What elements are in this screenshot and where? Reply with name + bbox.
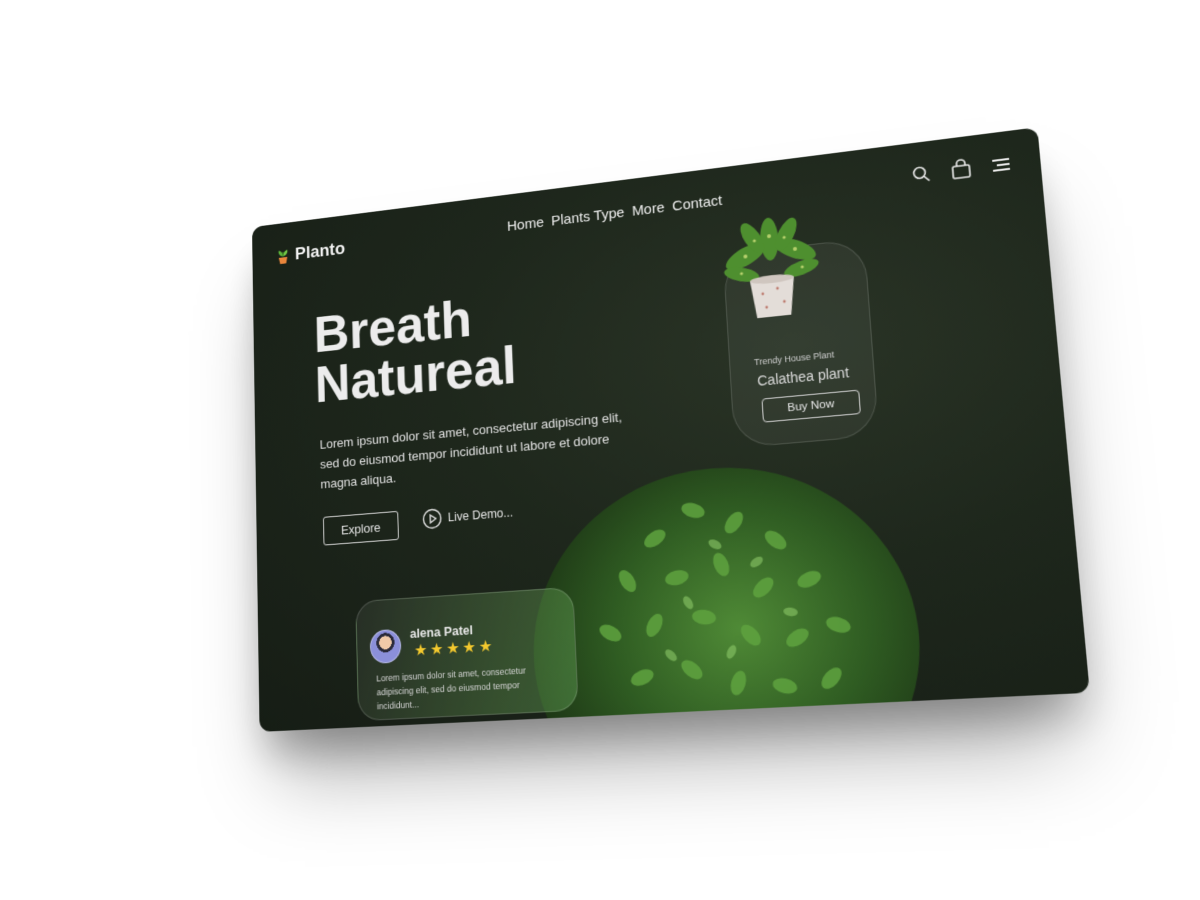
play-circle-icon [422,507,443,530]
nav-plants-type[interactable]: Plants Type [551,204,625,229]
reviewer-avatar [369,628,402,665]
nav-more[interactable]: More [632,199,665,219]
rating-stars: ★ ★ ★ ★ ★ [413,638,493,660]
potted-plant-icon [278,249,288,265]
brand-logo[interactable]: Planto [276,239,345,267]
star-icon: ★ [429,641,444,659]
top-navbar: Planto Home Plants Type More Contact [252,127,1043,281]
main-menu: Home Plants Type More Contact [507,192,723,234]
potted-plant-image [722,214,821,319]
nav-contact[interactable]: Contact [672,192,723,214]
hero-title: Breath Natureal [313,288,517,414]
star-icon: ★ [478,638,493,656]
nav-icon-group [910,152,1014,186]
live-demo-label: Live Demo... [447,505,514,525]
mockup-stage: Planto Home Plants Type More Contact Bre… [0,0,1200,900]
review-card: alena Patel ★ ★ ★ ★ ★ Lorem ipsum dolor … [355,586,579,722]
star-icon: ★ [462,639,477,657]
review-text: Lorem ipsum dolor sit amet, consectetur … [376,665,527,712]
website-screen: Planto Home Plants Type More Contact Bre… [252,127,1090,732]
star-icon: ★ [445,640,460,658]
shopping-bag-icon[interactable] [949,157,974,182]
brand-name: Planto [294,238,346,265]
reviewer-name: alena Patel [409,622,474,642]
explore-button[interactable]: Explore [322,510,399,546]
search-icon[interactable] [910,162,934,186]
nav-home[interactable]: Home [507,214,544,234]
menu-icon[interactable] [989,152,1014,177]
star-icon: ★ [413,641,428,660]
